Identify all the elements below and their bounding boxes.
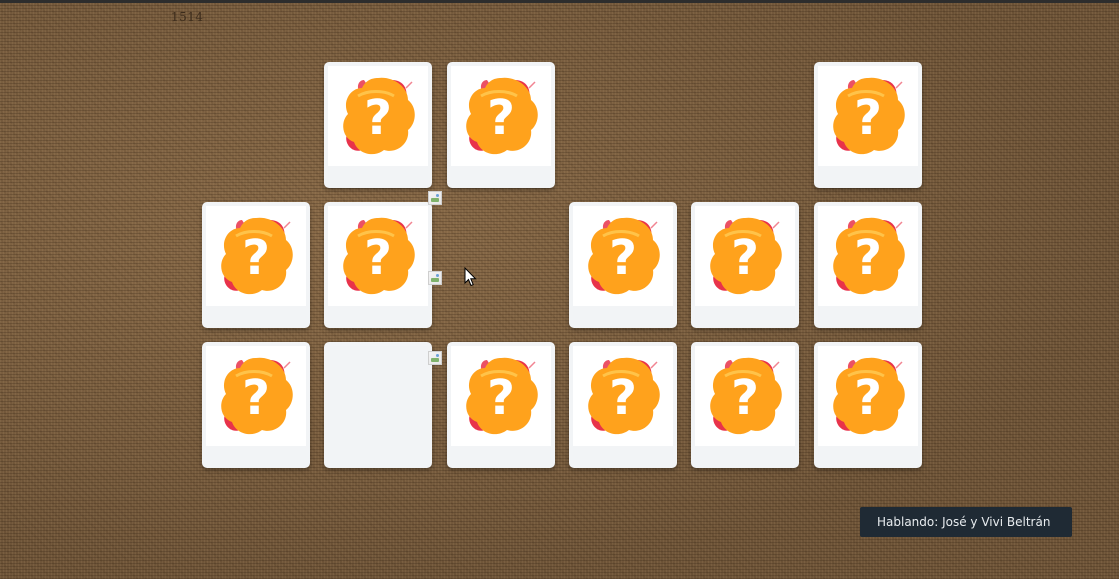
question-mark-icon: ? [833, 77, 905, 155]
svg-text:?: ? [364, 90, 392, 146]
card-back-image: ? [818, 206, 918, 306]
question-mark-icon: ? [221, 357, 293, 435]
svg-text:?: ? [854, 230, 882, 286]
memory-card[interactable]: ? [324, 202, 432, 328]
svg-text:?: ? [731, 370, 759, 426]
card-back-image: ? [695, 346, 795, 446]
question-mark-icon: ? [343, 217, 415, 295]
question-mark-icon: ? [588, 357, 660, 435]
memory-card[interactable]: ? [569, 342, 677, 468]
question-mark-icon: ? [221, 217, 293, 295]
memory-card[interactable]: ? [447, 62, 555, 188]
card-back-image: ? [451, 66, 551, 166]
question-mark-icon: ? [710, 217, 782, 295]
move-counter: 1514 [171, 10, 204, 24]
svg-text:?: ? [242, 230, 270, 286]
mouse-cursor-icon [464, 267, 477, 287]
card-back-image: ? [695, 206, 795, 306]
memory-card[interactable]: ? [202, 342, 310, 468]
card-back-image: ? [818, 66, 918, 166]
subtitle-caption: Hablando: José y Vivi Beltrán [860, 507, 1072, 537]
card-back-image: ? [451, 346, 551, 446]
memory-card[interactable]: ? [814, 62, 922, 188]
svg-text:?: ? [364, 230, 392, 286]
svg-text:?: ? [609, 230, 637, 286]
question-mark-icon: ? [710, 357, 782, 435]
svg-text:?: ? [242, 370, 270, 426]
memory-card[interactable]: ? [814, 202, 922, 328]
card-back-image: ? [206, 346, 306, 446]
svg-text:?: ? [609, 370, 637, 426]
card-back-image: ? [818, 346, 918, 446]
memory-card[interactable]: ? [202, 202, 310, 328]
card-back-image: ? [573, 346, 673, 446]
memory-card[interactable]: ? [569, 202, 677, 328]
svg-text:?: ? [854, 90, 882, 146]
memory-card[interactable]: ? [691, 202, 799, 328]
top-bar [0, 0, 1119, 3]
card-back-image: ? [573, 206, 673, 306]
svg-text:?: ? [854, 370, 882, 426]
svg-text:?: ? [487, 90, 515, 146]
question-mark-icon: ? [588, 217, 660, 295]
question-mark-icon: ? [833, 357, 905, 435]
card-back-image: ? [328, 206, 428, 306]
question-mark-icon: ? [466, 357, 538, 435]
card-back-image: ? [206, 206, 306, 306]
broken-image-icon [428, 351, 442, 365]
memory-card[interactable]: ? [814, 342, 922, 468]
svg-text:?: ? [731, 230, 759, 286]
broken-image-icon [428, 191, 442, 205]
card-back-image: ? [328, 66, 428, 166]
memory-card[interactable]: ? [691, 342, 799, 468]
question-mark-icon: ? [343, 77, 415, 155]
memory-card[interactable]: ? [324, 62, 432, 188]
broken-image-icon [428, 271, 442, 285]
question-mark-icon: ? [466, 77, 538, 155]
memory-card[interactable]: ? [447, 342, 555, 468]
svg-text:?: ? [487, 370, 515, 426]
memory-card-blank[interactable] [324, 342, 432, 468]
question-mark-icon: ? [833, 217, 905, 295]
